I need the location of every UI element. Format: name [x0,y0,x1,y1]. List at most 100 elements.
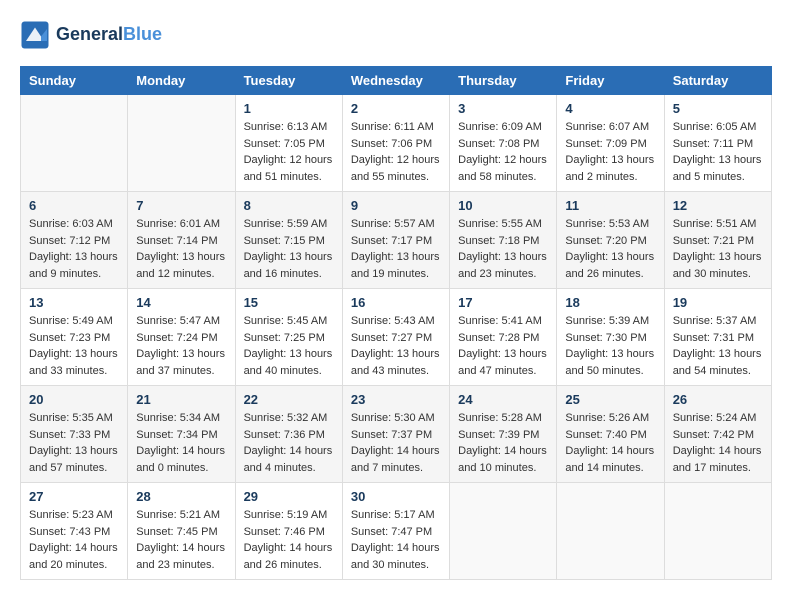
day-info-text: Sunrise: 5:59 AM [244,216,334,233]
day-info-text: Sunrise: 5:17 AM [351,507,441,524]
day-number: 6 [29,198,119,213]
column-header-thursday: Thursday [450,67,557,95]
day-info-text: Daylight: 13 hours and 54 minutes. [673,346,763,379]
column-header-sunday: Sunday [21,67,128,95]
day-info-text: Sunset: 7:15 PM [244,233,334,250]
day-info-text: Sunrise: 5:21 AM [136,507,226,524]
day-info-text: Daylight: 13 hours and 43 minutes. [351,346,441,379]
calendar-cell: 29Sunrise: 5:19 AMSunset: 7:46 PMDayligh… [235,483,342,580]
logo-text: GeneralBlue [56,25,162,45]
day-number: 15 [244,295,334,310]
day-number: 30 [351,489,441,504]
calendar-cell [557,483,664,580]
calendar-cell [450,483,557,580]
day-number: 3 [458,101,548,116]
day-info-text: Sunrise: 5:23 AM [29,507,119,524]
day-number: 17 [458,295,548,310]
calendar-cell: 10Sunrise: 5:55 AMSunset: 7:18 PMDayligh… [450,192,557,289]
day-info-text: Sunset: 7:25 PM [244,330,334,347]
calendar-cell: 6 Sunrise: 6:03 AMSunset: 7:12 PMDaylight… [21,192,128,289]
day-number: 13 [29,295,119,310]
week-row-5: 27Sunrise: 5:23 AMSunset: 7:43 PMDayligh… [21,483,772,580]
day-info-text: Daylight: 13 hours and 26 minutes. [565,249,655,282]
calendar-cell: 28 Sunrise: 5:21 AMSunset: 7:45 PMDayligh… [128,483,235,580]
column-header-friday: Friday [557,67,664,95]
day-number: 29 [244,489,334,504]
day-info-text: Sunset: 7:33 PM [29,427,119,444]
day-info-text: Daylight: 13 hours and 9 minutes. [29,249,119,282]
day-number: 28 [136,489,226,504]
day-info-text: Sunset: 7:31 PM [673,330,763,347]
day-info-text: Daylight: 14 hours and 0 minutes. [136,443,226,476]
calendar-cell: 23Sunrise: 5:30 AMSunset: 7:37 PMDayligh… [342,386,449,483]
day-info-text: Sunrise: 6:05 AM [673,119,763,136]
day-info-text: Sunset: 7:17 PM [351,233,441,250]
calendar-cell: 18Sunrise: 5:39 AMSunset: 7:30 PMDayligh… [557,289,664,386]
day-info-text: Sunset: 7:11 PM [673,136,763,153]
calendar-cell: 5Sunrise: 6:05 AMSunset: 7:11 PMDaylight… [664,95,771,192]
day-info-text: Sunrise: 5:28 AM [458,410,548,427]
day-number: 9 [351,198,441,213]
day-info-text: Daylight: 14 hours and 30 minutes. [351,540,441,573]
day-number: 14 [136,295,226,310]
day-info-text: Sunrise: 5:30 AM [351,410,441,427]
column-header-monday: Monday [128,67,235,95]
day-info-text: Sunset: 7:45 PM [136,524,226,541]
day-info-text: Daylight: 14 hours and 26 minutes. [244,540,334,573]
calendar-cell: 22Sunrise: 5:32 AMSunset: 7:36 PMDayligh… [235,386,342,483]
day-info-text: Sunset: 7:05 PM [244,136,334,153]
day-info-text: Sunrise: 5:39 AM [565,313,655,330]
calendar-cell: 1Sunrise: 6:13 AMSunset: 7:05 PMDaylight… [235,95,342,192]
day-number: 1 [244,101,334,116]
day-number: 21 [136,392,226,407]
day-info-text: Daylight: 13 hours and 23 minutes. [458,249,548,282]
day-number: 19 [673,295,763,310]
week-row-1: 1Sunrise: 6:13 AMSunset: 7:05 PMDaylight… [21,95,772,192]
column-header-wednesday: Wednesday [342,67,449,95]
day-info-text: Daylight: 13 hours and 47 minutes. [458,346,548,379]
calendar-cell: 15Sunrise: 5:45 AMSunset: 7:25 PMDayligh… [235,289,342,386]
day-info-text: Sunrise: 5:37 AM [673,313,763,330]
day-info-text: Sunrise: 5:49 AM [29,313,119,330]
calendar-header-row: SundayMondayTuesdayWednesdayThursdayFrid… [21,67,772,95]
day-info-text: Daylight: 13 hours and 40 minutes. [244,346,334,379]
day-info-text: Daylight: 13 hours and 2 minutes. [565,152,655,185]
calendar-body: 1Sunrise: 6:13 AMSunset: 7:05 PMDaylight… [21,95,772,580]
week-row-2: 6Sunrise: 6:03 AMSunset: 7:12 PMDaylight… [21,192,772,289]
calendar-cell: 7Sunrise: 6:01 AMSunset: 7:14 PMDaylight… [128,192,235,289]
day-info-text: Sunset: 7:23 PM [29,330,119,347]
day-info-text: Daylight: 13 hours and 19 minutes. [351,249,441,282]
day-number: 26 [673,392,763,407]
calendar-cell: 19 Sunrise: 5:37 AMSunset: 7:31 PMDayligh… [664,289,771,386]
day-info-text: Daylight: 13 hours and 33 minutes. [29,346,119,379]
day-info-text: Sunset: 7:37 PM [351,427,441,444]
calendar-cell: 2Sunrise: 6:11 AMSunset: 7:06 PMDaylight… [342,95,449,192]
calendar-cell: 8Sunrise: 5:59 AMSunset: 7:15 PMDaylight… [235,192,342,289]
day-number: 27 [29,489,119,504]
column-header-tuesday: Tuesday [235,67,342,95]
day-info-text: Daylight: 14 hours and 23 minutes. [136,540,226,573]
day-info-text: Daylight: 14 hours and 4 minutes. [244,443,334,476]
calendar-cell: 26Sunrise: 5:24 AMSunset: 7:42 PMDayligh… [664,386,771,483]
day-info-text: Sunset: 7:12 PM [29,233,119,250]
calendar-cell: 24Sunrise: 5:28 AMSunset: 7:39 PMDayligh… [450,386,557,483]
day-number: 5 [673,101,763,116]
day-info-text: Sunrise: 5:35 AM [29,410,119,427]
day-info-text: Daylight: 14 hours and 14 minutes. [565,443,655,476]
day-info-text: Sunset: 7:14 PM [136,233,226,250]
calendar-cell: 20Sunrise: 5:35 AMSunset: 7:33 PMDayligh… [21,386,128,483]
day-info-text: Sunrise: 5:57 AM [351,216,441,233]
logo: GeneralBlue [20,20,162,50]
logo-icon [20,20,50,50]
calendar-cell: 30Sunrise: 5:17 AMSunset: 7:47 PMDayligh… [342,483,449,580]
day-info-text: Sunrise: 5:34 AM [136,410,226,427]
day-number: 24 [458,392,548,407]
day-info-text: Sunrise: 5:47 AM [136,313,226,330]
calendar-cell: 25Sunrise: 5:26 AMSunset: 7:40 PMDayligh… [557,386,664,483]
day-number: 23 [351,392,441,407]
calendar-cell: 14Sunrise: 5:47 AMSunset: 7:24 PMDayligh… [128,289,235,386]
day-info-text: Sunset: 7:18 PM [458,233,548,250]
day-info-text: Sunrise: 5:55 AM [458,216,548,233]
day-info-text: Daylight: 14 hours and 10 minutes. [458,443,548,476]
day-info-text: Sunrise: 6:03 AM [29,216,119,233]
